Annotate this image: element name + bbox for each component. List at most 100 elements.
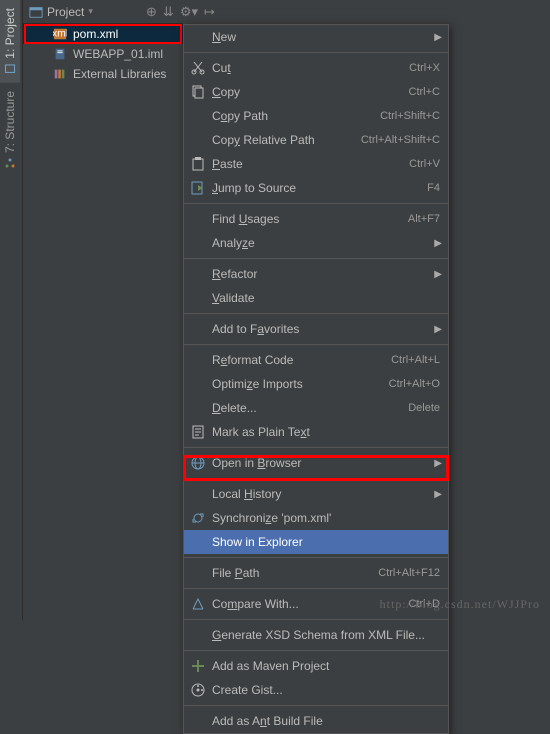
vtab-structure[interactable]: 7: Structure bbox=[0, 83, 20, 177]
menu-item-create-gist[interactable]: Create Gist... bbox=[184, 678, 448, 702]
menu-item-jump-to-source[interactable]: Jump to SourceF4 bbox=[184, 176, 448, 200]
menu-item-optimize-imports[interactable]: Optimize ImportsCtrl+Alt+O bbox=[184, 372, 448, 396]
menu-item-label: Local History bbox=[212, 487, 440, 501]
target-icon[interactable]: ⊕ bbox=[146, 4, 157, 20]
project-toolbar: ⊕ ⇊ ⚙▾ ↦ bbox=[142, 0, 219, 24]
menu-item-copy-path[interactable]: Copy PathCtrl+Shift+C bbox=[184, 104, 448, 128]
iml-icon bbox=[53, 47, 67, 61]
jump-icon bbox=[190, 180, 206, 196]
menu-item-show-in-explorer[interactable]: Show in Explorer bbox=[184, 530, 448, 554]
maven-icon bbox=[190, 658, 206, 674]
submenu-arrow-icon: ▶ bbox=[434, 458, 442, 469]
menu-item-new[interactable]: New▶ bbox=[184, 25, 448, 49]
menu-item-analyze[interactable]: Analyze▶ bbox=[184, 231, 448, 255]
menu-item-shortcut: Delete bbox=[408, 402, 440, 414]
blank-icon bbox=[190, 321, 206, 337]
menu-item-local-history[interactable]: Local History▶ bbox=[184, 482, 448, 506]
blank-icon bbox=[190, 266, 206, 282]
blank-icon bbox=[190, 486, 206, 502]
menu-item-label: Compare With... bbox=[212, 597, 409, 611]
menu-item-label: Add to Favorites bbox=[212, 322, 440, 336]
menu-separator bbox=[184, 344, 448, 345]
submenu-arrow-icon: ▶ bbox=[434, 324, 442, 335]
menu-item-shortcut: Ctrl+V bbox=[409, 158, 440, 170]
submenu-arrow-icon: ▶ bbox=[434, 489, 442, 500]
menu-item-delete[interactable]: Delete...Delete bbox=[184, 396, 448, 420]
menu-separator bbox=[184, 588, 448, 589]
menu-item-shortcut: Ctrl+Alt+Shift+C bbox=[361, 134, 440, 146]
menu-item-label: Mark as Plain Text bbox=[212, 425, 440, 439]
tree-item-label: WEBAPP_01.iml bbox=[73, 47, 163, 61]
blank-icon bbox=[190, 290, 206, 306]
menu-item-cut[interactable]: CutCtrl+X bbox=[184, 56, 448, 80]
gear-icon[interactable]: ⚙▾ bbox=[180, 4, 198, 20]
tree-item-pom-xml[interactable]: xmlpom.xml bbox=[23, 24, 183, 44]
menu-separator bbox=[184, 313, 448, 314]
project-title: Project bbox=[47, 5, 84, 19]
lib-icon bbox=[53, 67, 67, 81]
browser-icon bbox=[190, 455, 206, 471]
hide-icon[interactable]: ↦ bbox=[204, 4, 215, 20]
menu-item-validate[interactable]: Validate bbox=[184, 286, 448, 310]
menu-item-compare-with[interactable]: Compare With...Ctrl+D bbox=[184, 592, 448, 616]
menu-item-synchronize-pom-xml[interactable]: Synchronize 'pom.xml' bbox=[184, 506, 448, 530]
sync-icon bbox=[190, 510, 206, 526]
project-tab-icon bbox=[4, 63, 16, 75]
menu-item-shortcut: Ctrl+Alt+F12 bbox=[378, 567, 440, 579]
menu-item-copy-relative-path[interactable]: Copy Relative PathCtrl+Alt+Shift+C bbox=[184, 128, 448, 152]
menu-item-add-as-ant-build-file[interactable]: Add as Ant Build File bbox=[184, 709, 448, 733]
menu-item-label: New bbox=[212, 30, 440, 44]
vtab-project-label: 1: Project bbox=[3, 8, 17, 59]
menu-item-label: Copy bbox=[212, 85, 409, 99]
menu-item-label: Delete... bbox=[212, 401, 408, 415]
menu-item-generate-xsd-schema-from-xml-file[interactable]: Generate XSD Schema from XML File... bbox=[184, 623, 448, 647]
menu-item-shortcut: Ctrl+X bbox=[409, 62, 440, 74]
submenu-arrow-icon: ▶ bbox=[434, 32, 442, 43]
menu-item-shortcut: Ctrl+Alt+L bbox=[391, 354, 440, 366]
menu-item-label: Find Usages bbox=[212, 212, 408, 226]
left-gutter: 1: Project 7: Structure bbox=[0, 0, 23, 620]
menu-item-mark-as-plain-text[interactable]: Mark as Plain Text bbox=[184, 420, 448, 444]
menu-item-label: Synchronize 'pom.xml' bbox=[212, 511, 440, 525]
menu-separator bbox=[184, 447, 448, 448]
menu-item-reformat-code[interactable]: Reformat CodeCtrl+Alt+L bbox=[184, 348, 448, 372]
menu-item-file-path[interactable]: File PathCtrl+Alt+F12 bbox=[184, 561, 448, 585]
paste-icon bbox=[190, 156, 206, 172]
menu-item-label: Validate bbox=[212, 291, 440, 305]
menu-separator bbox=[184, 258, 448, 259]
collapse-icon[interactable]: ⇊ bbox=[163, 4, 174, 20]
blank-icon bbox=[190, 132, 206, 148]
tree-item-webapp_01-iml[interactable]: WEBAPP_01.iml bbox=[23, 44, 183, 64]
menu-separator bbox=[184, 478, 448, 479]
menu-item-label: Copy Path bbox=[212, 109, 380, 123]
menu-item-shortcut: Alt+F7 bbox=[408, 213, 440, 225]
menu-separator bbox=[184, 203, 448, 204]
text-icon bbox=[190, 424, 206, 440]
blank-icon bbox=[190, 534, 206, 550]
menu-item-label: File Path bbox=[212, 566, 378, 580]
menu-item-add-as-maven-project[interactable]: Add as Maven Project bbox=[184, 654, 448, 678]
blank-icon bbox=[190, 376, 206, 392]
menu-item-paste[interactable]: PasteCtrl+V bbox=[184, 152, 448, 176]
menu-item-open-in-browser[interactable]: Open in Browser▶ bbox=[184, 451, 448, 475]
menu-item-label: Show in Explorer bbox=[212, 535, 440, 549]
blank-icon bbox=[190, 211, 206, 227]
cut-icon bbox=[190, 60, 206, 76]
blank-icon bbox=[190, 235, 206, 251]
menu-item-shortcut: Ctrl+Alt+O bbox=[389, 378, 440, 390]
menu-item-add-to-favorites[interactable]: Add to Favorites▶ bbox=[184, 317, 448, 341]
blank-icon bbox=[190, 713, 206, 729]
vtab-project[interactable]: 1: Project bbox=[0, 0, 20, 83]
submenu-arrow-icon: ▶ bbox=[434, 269, 442, 280]
gist-icon bbox=[190, 682, 206, 698]
menu-item-copy[interactable]: CopyCtrl+C bbox=[184, 80, 448, 104]
tree-item-external-libraries[interactable]: External Libraries bbox=[23, 64, 183, 84]
menu-item-label: Add as Ant Build File bbox=[212, 714, 440, 728]
tree-item-label: pom.xml bbox=[73, 27, 118, 41]
menu-item-shortcut: F4 bbox=[427, 182, 440, 194]
menu-item-find-usages[interactable]: Find UsagesAlt+F7 bbox=[184, 207, 448, 231]
menu-item-refactor[interactable]: Refactor▶ bbox=[184, 262, 448, 286]
submenu-arrow-icon: ▶ bbox=[434, 238, 442, 249]
dropdown-arrow-icon[interactable]: ▾ bbox=[88, 6, 93, 17]
menu-item-label: Optimize Imports bbox=[212, 377, 389, 391]
